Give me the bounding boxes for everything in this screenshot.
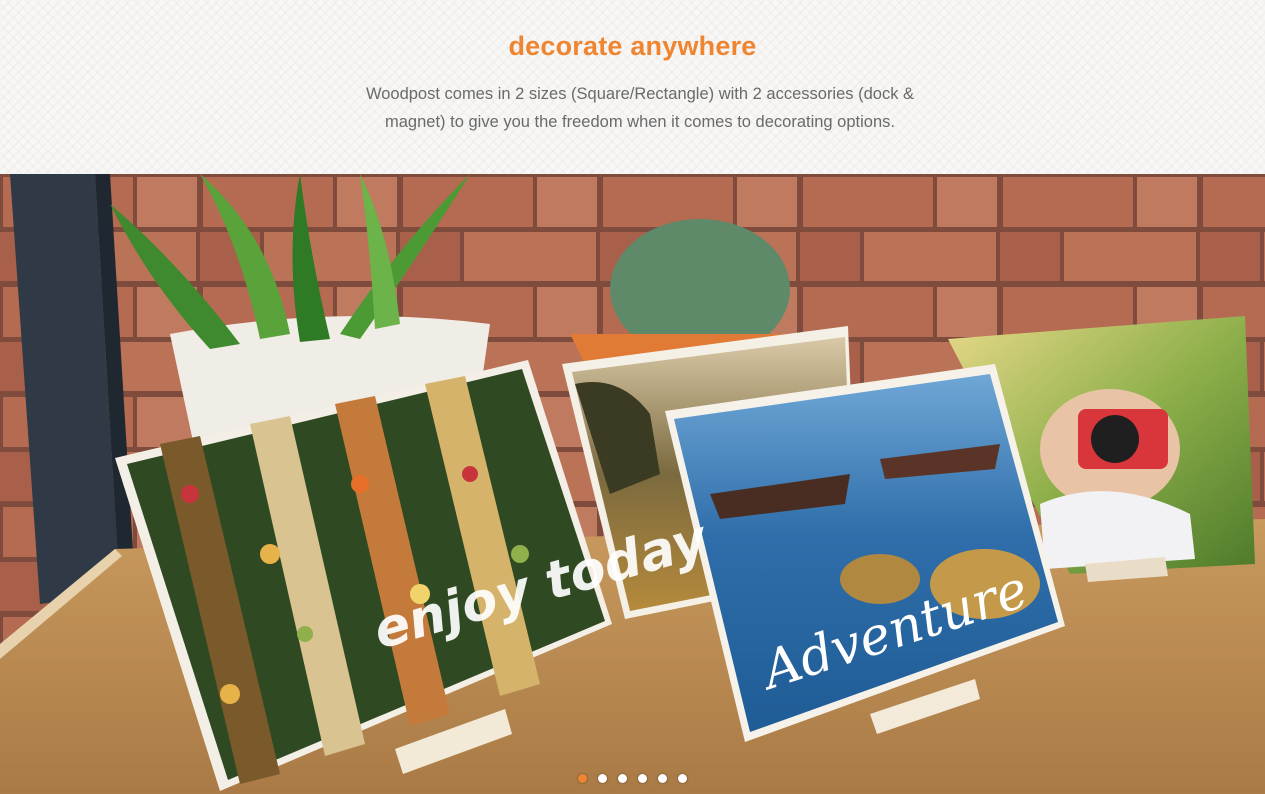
slide-dot-1[interactable] [578, 774, 587, 783]
slideshow-pagination [0, 774, 1265, 784]
slide-dot-3[interactable] [618, 774, 627, 783]
section-description: Woodpost comes in 2 sizes (Square/Rectan… [365, 85, 915, 131]
section-header: decorate anywhere Woodpost comes in 2 si… [0, 0, 1265, 174]
slideshow-image: Adventure enjoy today [0, 174, 1265, 794]
slide-dot-5[interactable] [658, 774, 667, 783]
section-title: decorate anywhere [508, 31, 757, 61]
product-photo: Adventure enjoy today [0, 174, 1265, 794]
slide-dot-4[interactable] [638, 774, 647, 783]
slide-dot-6[interactable] [678, 774, 687, 783]
slide-dot-2[interactable] [598, 774, 607, 783]
